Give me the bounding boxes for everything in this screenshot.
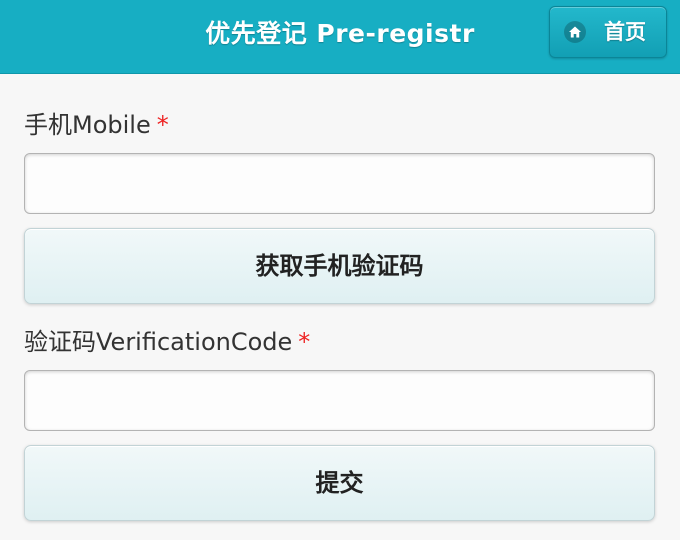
verification-code-label: 验证码VerificationCode * <box>24 322 310 357</box>
get-verification-code-button[interactable]: 获取手机验证码 <box>24 228 655 304</box>
top-header-bar: 优先登记 Pre-registr 首页 <box>0 0 680 74</box>
verification-code-input[interactable] <box>24 370 655 431</box>
home-icon <box>564 21 586 43</box>
submit-button[interactable]: 提交 <box>24 445 655 521</box>
submit-button-label: 提交 <box>315 469 364 497</box>
mobile-required-mark: * <box>156 111 169 139</box>
mobile-label-text: 手机Mobile <box>24 111 151 139</box>
home-button-label: 首页 <box>604 20 646 44</box>
get-verification-code-label: 获取手机验证码 <box>255 252 424 280</box>
verification-required-mark: * <box>298 328 311 356</box>
mobile-input[interactable] <box>24 153 655 214</box>
home-button[interactable]: 首页 <box>549 6 667 58</box>
verification-code-label-text: 验证码VerificationCode <box>24 328 293 356</box>
mobile-label: 手机Mobile * <box>24 105 169 140</box>
